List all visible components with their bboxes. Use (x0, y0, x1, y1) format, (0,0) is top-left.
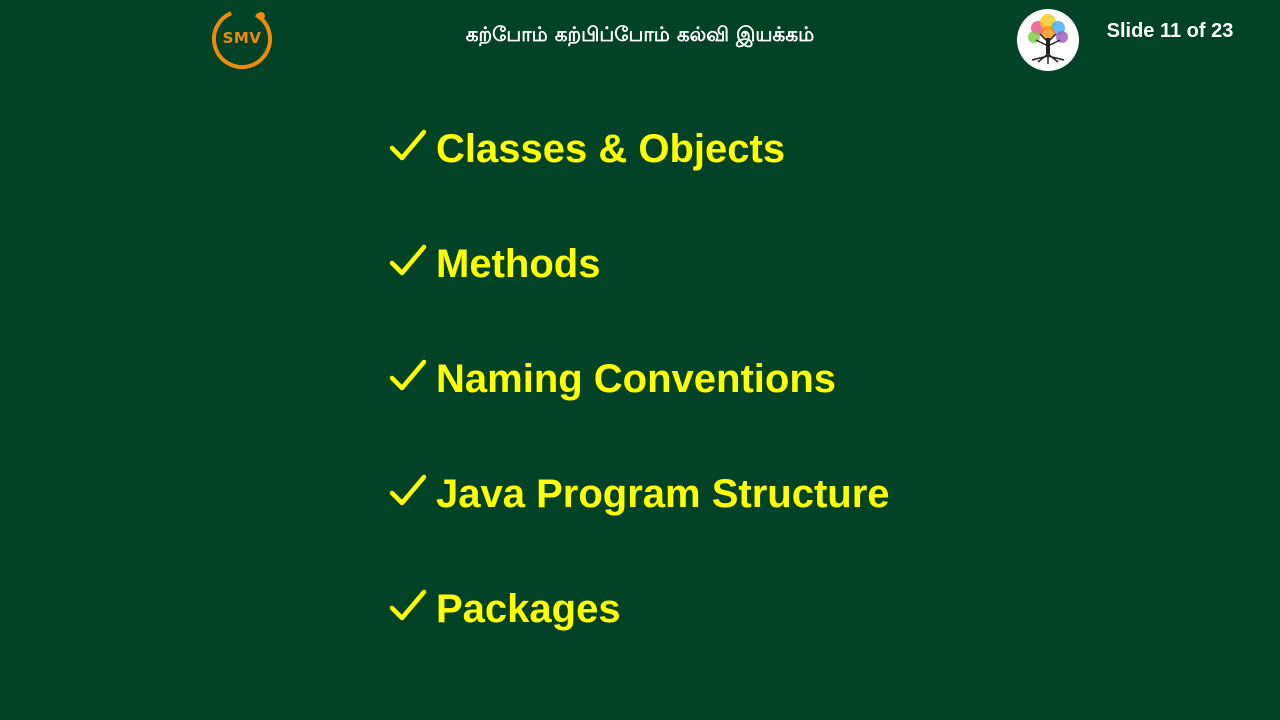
bullet-item: Java Program Structure (388, 463, 890, 578)
check-icon (389, 589, 427, 621)
check-icon (389, 474, 427, 506)
bullet-item: Naming Conventions (388, 348, 890, 463)
bullet-label: Packages (436, 587, 621, 631)
check-icon (389, 129, 427, 161)
bullet-label: Java Program Structure (436, 472, 890, 516)
bullet-label: Methods (436, 242, 601, 286)
bullet-list: Classes & Objects Methods Naming Convent… (388, 118, 890, 693)
slide-counter: Slide 11 of 23 (1106, 20, 1234, 42)
bullet-label: Naming Conventions (436, 357, 837, 401)
header-tagline: கற்போம் கற்பிப்போம் கல்வி இயக்கம் (465, 22, 815, 46)
check-icon (389, 359, 427, 391)
check-icon (389, 244, 427, 276)
bullet-item: Methods (388, 233, 890, 348)
bullet-label: Classes & Objects (436, 127, 786, 171)
bullet-item: Classes & Objects (388, 118, 890, 233)
logo-text: SMV (222, 29, 262, 47)
tree-logo (1017, 9, 1079, 71)
bullet-item: Packages (388, 578, 890, 693)
